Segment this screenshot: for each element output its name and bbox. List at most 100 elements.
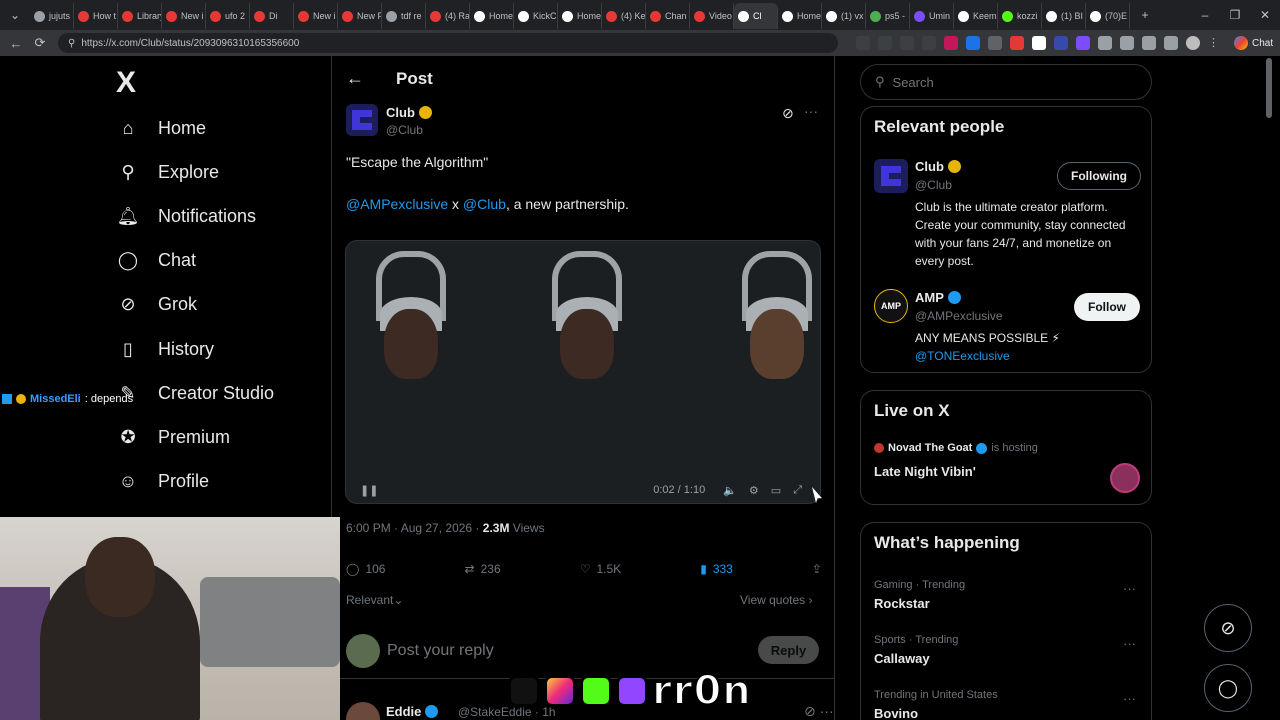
reply-sort-dropdown[interactable]: Relevant⌄	[346, 593, 403, 607]
more-icon[interactable]: ···	[1123, 581, 1136, 596]
browser-tab[interactable]: Home	[778, 3, 822, 29]
nav-item-grok[interactable]: ⊘ Grok	[116, 293, 197, 317]
browser-tab[interactable]: ps5 -	[866, 3, 910, 29]
extension-icon[interactable]	[944, 36, 958, 50]
browser-tab[interactable]: kozzi	[998, 3, 1042, 29]
more-icon[interactable]: ···	[1123, 691, 1136, 706]
extension-icon[interactable]	[1010, 36, 1024, 50]
browser-tab[interactable]: New F	[338, 3, 382, 29]
bookmarks-icon[interactable]	[1142, 36, 1156, 50]
new-tab-icon[interactable]: +	[1130, 8, 1160, 22]
reply-button[interactable]: Reply	[758, 636, 819, 664]
person-handle[interactable]: @Club	[915, 178, 952, 192]
browser-tab[interactable]: Library	[118, 3, 162, 29]
browser-tab[interactable]: Home	[558, 3, 602, 29]
url-field[interactable]: ⚲ https://x.com/Club/status/209309631016…	[58, 33, 838, 53]
extension-icon[interactable]	[988, 36, 1002, 50]
nav-item-chat[interactable]: ◯ Chat	[116, 249, 196, 273]
share-action[interactable]: ⇪	[812, 562, 822, 576]
browser-tab[interactable]: How t	[74, 3, 118, 29]
more-icon[interactable]: ···	[1123, 636, 1136, 651]
browser-tab[interactable]: KickCl	[514, 3, 558, 29]
browser-tab[interactable]: New i	[162, 3, 206, 29]
volume-icon[interactable]: 🔈	[723, 484, 737, 497]
translate-icon[interactable]	[856, 36, 870, 50]
trend-name[interactable]: Callaway	[874, 651, 930, 666]
more-icon[interactable]: ···	[804, 103, 818, 119]
mention-link[interactable]: @TONEexclusive	[915, 347, 1143, 365]
reply-action[interactable]: ◯ 106	[346, 562, 385, 576]
reply-author-name[interactable]: Eddie	[386, 704, 439, 719]
messages-floating-button[interactable]: ◯	[1204, 664, 1252, 712]
grok-icon[interactable]: ⊘	[782, 105, 794, 122]
browser-tab[interactable]: Umin	[910, 3, 954, 29]
bookmark-action[interactable]: ▮ 333	[700, 562, 733, 576]
live-host[interactable]: Novad The Goat is hosting	[874, 442, 1038, 454]
browser-tab[interactable]: tdf re	[382, 3, 426, 29]
trend-name[interactable]: Bovino	[874, 706, 918, 720]
browser-tab[interactable]: Video	[690, 3, 734, 29]
author-avatar[interactable]	[346, 104, 378, 136]
site-info-icon[interactable]: ⚲	[68, 38, 75, 49]
mention-link[interactable]: @AMPexclusive	[346, 196, 448, 212]
fullscreen-icon[interactable]: ⤢	[793, 484, 802, 497]
extension-icon[interactable]	[1054, 36, 1068, 50]
back-arrow-icon[interactable]: ←	[346, 68, 364, 89]
reply-input[interactable]: Post your reply	[387, 642, 494, 660]
view-quotes-link[interactable]: View quotes ›	[740, 593, 813, 607]
live-avatar[interactable]	[1110, 463, 1140, 493]
browser-tab[interactable]: Di	[250, 3, 294, 29]
browser-tab[interactable]: (4) Ke	[602, 3, 646, 29]
extension-icon[interactable]	[1032, 36, 1046, 50]
reload-icon[interactable]: ⟳	[28, 35, 52, 51]
nav-item-notifications[interactable]: 🔔︎ Notifications	[116, 204, 256, 228]
share-icon[interactable]	[900, 36, 914, 50]
extension-icon[interactable]	[1076, 36, 1090, 50]
person-name[interactable]: Club	[915, 159, 961, 174]
browser-tab[interactable]: jujuts	[30, 3, 74, 29]
close-window-icon[interactable]: ✕	[1250, 8, 1280, 22]
following-button[interactable]: Following	[1057, 162, 1141, 190]
browser-tab[interactable]: Keem	[954, 3, 998, 29]
extension-icon[interactable]	[966, 36, 980, 50]
scrollbar[interactable]	[1266, 58, 1272, 118]
nav-item-home[interactable]: ⌂ Home	[116, 116, 206, 140]
browser-tab[interactable]: Cl	[734, 3, 778, 29]
browser-tab[interactable]: (70)E	[1086, 3, 1130, 29]
nav-item-creator-studio[interactable]: ✎ Creator Studio	[116, 381, 274, 405]
nav-item-premium[interactable]: ✪ Premium	[116, 425, 230, 449]
search-input[interactable]: ⚲ Search	[860, 64, 1152, 100]
back-icon[interactable]: ←	[4, 36, 28, 51]
browser-tab[interactable]: Home	[470, 3, 514, 29]
browser-chat-button[interactable]: Chat	[1234, 36, 1273, 50]
like-action[interactable]: ♡ 1.5K	[580, 562, 621, 576]
avatar[interactable]: AMP	[874, 289, 908, 323]
repost-action[interactable]: ⇄ 236	[465, 562, 501, 576]
nav-item-profile[interactable]: ☺ Profile	[116, 470, 209, 494]
person-name[interactable]: AMP	[915, 290, 961, 305]
settings-icon[interactable]: ⚙	[749, 484, 759, 497]
minimize-icon[interactable]: –	[1190, 8, 1220, 22]
x-logo[interactable]: X	[116, 66, 136, 100]
nav-item-history[interactable]: ▯ History	[116, 337, 214, 361]
more-icon[interactable]: ⊘ ···	[804, 703, 834, 720]
puzzle-icon[interactable]	[1098, 36, 1112, 50]
zoom-icon[interactable]	[878, 36, 892, 50]
media-icon[interactable]	[1120, 36, 1134, 50]
star-icon[interactable]	[922, 36, 936, 50]
nav-item-explore[interactable]: ⚲ Explore	[116, 160, 219, 184]
avatar[interactable]	[346, 702, 380, 720]
person-handle[interactable]: @AMPexclusive	[915, 309, 1003, 323]
maximize-icon[interactable]: ❐	[1220, 8, 1250, 22]
author-handle[interactable]: @Club	[386, 123, 423, 137]
pip-icon[interactable]: ▭	[771, 484, 781, 497]
video-player[interactable]: ❚❚ 0:02 / 1:10 🔈 ⚙ ▭ ⤢	[345, 240, 821, 504]
downloads-icon[interactable]	[1164, 36, 1178, 50]
author-name[interactable]: Club	[386, 105, 432, 120]
browser-tab[interactable]: (1) vx	[822, 3, 866, 29]
grok-floating-button[interactable]: ⊘	[1204, 604, 1252, 652]
pause-icon[interactable]: ❚❚	[360, 484, 378, 497]
follow-button[interactable]: Follow	[1074, 293, 1140, 321]
tab-list-icon[interactable]: ⌄	[0, 8, 30, 22]
menu-icon[interactable]: ⋮	[1208, 36, 1222, 50]
